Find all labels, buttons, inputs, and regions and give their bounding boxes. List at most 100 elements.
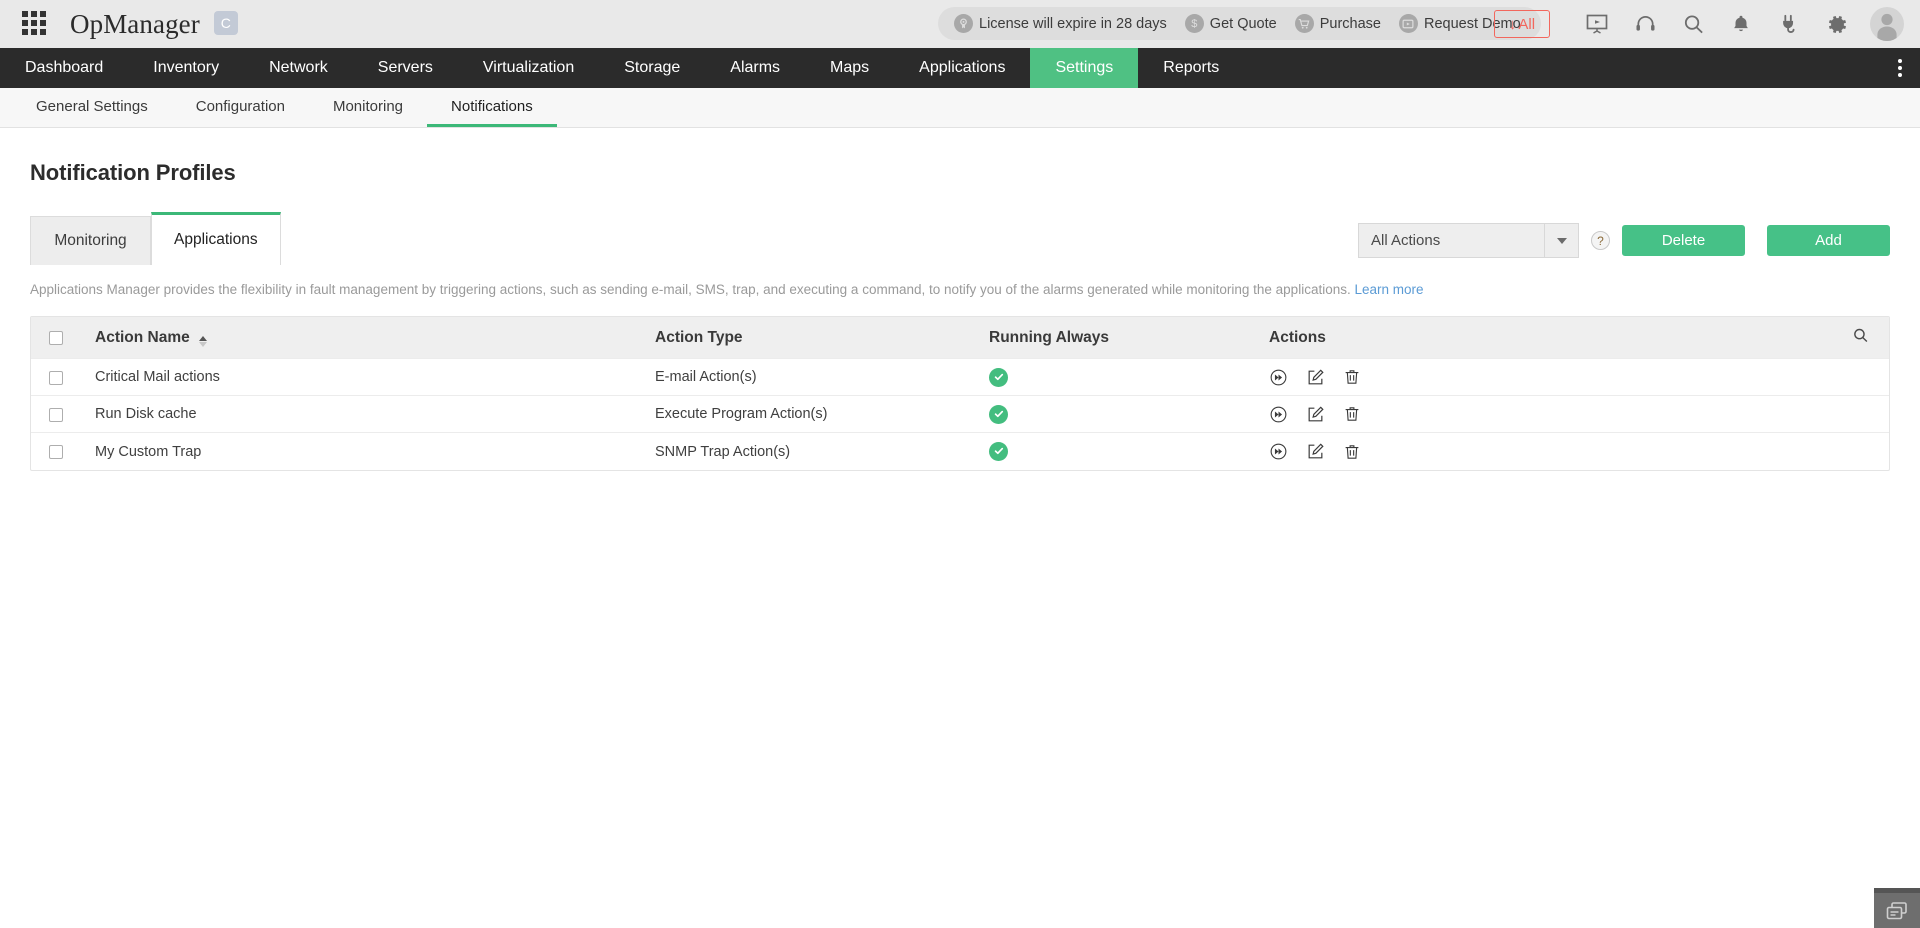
row-checkbox-cell (31, 396, 95, 433)
headset-support-icon[interactable] (1630, 9, 1660, 39)
license-expiry-item[interactable]: License will expire in 28 days (948, 14, 1173, 33)
nav-item-dashboard[interactable]: Dashboard (0, 48, 128, 88)
help-icon[interactable]: ? (1591, 231, 1610, 250)
row-actions (1269, 359, 1889, 396)
row-action-name[interactable]: Critical Mail actions (95, 359, 655, 396)
row-running-always (989, 396, 1269, 433)
table-header-row: Action Name Action Type Running Always A… (31, 317, 1889, 359)
nav-item-alarms[interactable]: Alarms (705, 48, 805, 88)
row-action-name[interactable]: My Custom Trap (95, 433, 655, 470)
header-select-all (31, 317, 95, 359)
search-icon[interactable] (1678, 9, 1708, 39)
profile-toolbar: All Actions ? Delete Add (1358, 223, 1890, 258)
subnav-item-configuration[interactable]: Configuration (172, 88, 309, 127)
nav-item-virtualization[interactable]: Virtualization (458, 48, 599, 88)
row-actions (1269, 433, 1889, 470)
action-filter-value: All Actions (1359, 232, 1544, 249)
select-all-checkbox[interactable] (49, 331, 63, 345)
row-checkbox-cell (31, 359, 95, 396)
header-action-name[interactable]: Action Name (95, 317, 655, 359)
tab-monitoring[interactable]: Monitoring (30, 216, 151, 265)
subnav-item-monitoring[interactable]: Monitoring (309, 88, 427, 127)
nav-item-servers[interactable]: Servers (353, 48, 458, 88)
all-button-label: All (1518, 16, 1535, 33)
table-body: Critical Mail actions E-mail Action(s) (31, 359, 1889, 470)
cart-icon (1295, 14, 1314, 33)
nav-item-applications[interactable]: Applications (894, 48, 1030, 88)
add-button[interactable]: Add (1767, 225, 1890, 256)
table-head: Action Name Action Type Running Always A… (31, 317, 1889, 359)
row-select-checkbox[interactable] (49, 371, 63, 385)
video-icon (1399, 14, 1418, 33)
purchase-item[interactable]: Purchase (1289, 14, 1387, 33)
execute-fastforward-icon[interactable] (1269, 368, 1288, 387)
row-action-type: SNMP Trap Action(s) (655, 433, 989, 470)
page-content: Notification Profiles Monitoring Applica… (0, 128, 1920, 471)
tab-applications[interactable]: Applications (151, 212, 281, 265)
license-expiry-label: License will expire in 28 days (979, 16, 1167, 32)
get-quote-item[interactable]: $ Get Quote (1179, 14, 1283, 33)
header-action-name-label: Action Name (95, 329, 190, 346)
table-row[interactable]: Critical Mail actions E-mail Action(s) (31, 359, 1889, 396)
action-filter-select[interactable]: All Actions (1358, 223, 1579, 258)
delete-trash-icon[interactable] (1343, 368, 1361, 386)
row-select-checkbox[interactable] (49, 445, 63, 459)
delete-trash-icon[interactable] (1343, 443, 1361, 461)
edit-pencil-icon[interactable] (1306, 368, 1325, 387)
purchase-label: Purchase (1320, 16, 1381, 32)
delete-button[interactable]: Delete (1622, 225, 1745, 256)
nav-item-storage[interactable]: Storage (599, 48, 705, 88)
table-search-icon[interactable] (1852, 327, 1869, 349)
grid-apps-icon[interactable] (22, 11, 48, 37)
execute-fastforward-icon[interactable] (1269, 405, 1288, 424)
row-actions (1269, 396, 1889, 433)
page-title: Notification Profiles (30, 128, 1890, 196)
gear-settings-icon[interactable] (1822, 9, 1852, 39)
license-icon (954, 14, 973, 33)
header-actions-label: Actions (1269, 329, 1326, 347)
check-circle-icon (989, 368, 1008, 387)
table-row[interactable]: Run Disk cache Execute Program Action(s) (31, 396, 1889, 433)
header-icon-group (1582, 0, 1910, 48)
edit-pencil-icon[interactable] (1306, 442, 1325, 461)
table-row[interactable]: My Custom Trap SNMP Trap Action(s) (31, 433, 1889, 470)
subnav-item-notifications[interactable]: Notifications (427, 88, 557, 127)
description-text: Applications Manager provides the flexib… (30, 282, 1351, 297)
edit-pencil-icon[interactable] (1306, 405, 1325, 424)
presentation-icon[interactable] (1582, 9, 1612, 39)
user-avatar[interactable] (1870, 7, 1904, 41)
delete-trash-icon[interactable] (1343, 405, 1361, 423)
header-running-always: Running Always (989, 317, 1269, 359)
profile-tabs-row: Monitoring Applications All Actions ? De… (30, 208, 1890, 265)
page-description: Applications Manager provides the flexib… (30, 265, 1890, 316)
top-header: OpManagerC License will expire in 28 day… (0, 0, 1920, 48)
sort-ascending-icon[interactable] (199, 336, 207, 347)
download-all-button[interactable]: ↓ All (1494, 10, 1550, 38)
nav-item-maps[interactable]: Maps (805, 48, 894, 88)
row-action-name[interactable]: Run Disk cache (95, 396, 655, 433)
dollar-icon: $ (1185, 14, 1204, 33)
bell-notification-icon[interactable] (1726, 9, 1756, 39)
nav-item-settings[interactable]: Settings (1030, 48, 1138, 88)
execute-fastforward-icon[interactable] (1269, 442, 1288, 461)
notification-profiles-table: Action Name Action Type Running Always A… (30, 316, 1890, 471)
windows-restore-icon[interactable] (1874, 888, 1920, 928)
app-brand[interactable]: OpManagerC (70, 9, 238, 40)
brand-label: OpManager (70, 9, 200, 39)
check-circle-icon (989, 405, 1008, 424)
chevron-down-icon[interactable] (1544, 224, 1578, 257)
row-select-checkbox[interactable] (49, 408, 63, 422)
license-pill: License will expire in 28 days $ Get Quo… (938, 7, 1541, 40)
plug-addons-icon[interactable] (1774, 9, 1804, 39)
subnav-item-general-settings[interactable]: General Settings (12, 88, 172, 127)
nav-item-reports[interactable]: Reports (1138, 48, 1244, 88)
check-circle-icon (989, 442, 1008, 461)
header-action-type: Action Type (655, 317, 989, 359)
nav-item-inventory[interactable]: Inventory (128, 48, 244, 88)
learn-more-link[interactable]: Learn more (1354, 282, 1423, 297)
row-action-type: E-mail Action(s) (655, 359, 989, 396)
nav-item-network[interactable]: Network (244, 48, 353, 88)
nav-more-kebab-icon[interactable] (1888, 48, 1912, 88)
header-actions: Actions (1269, 317, 1889, 359)
row-running-always (989, 433, 1269, 470)
